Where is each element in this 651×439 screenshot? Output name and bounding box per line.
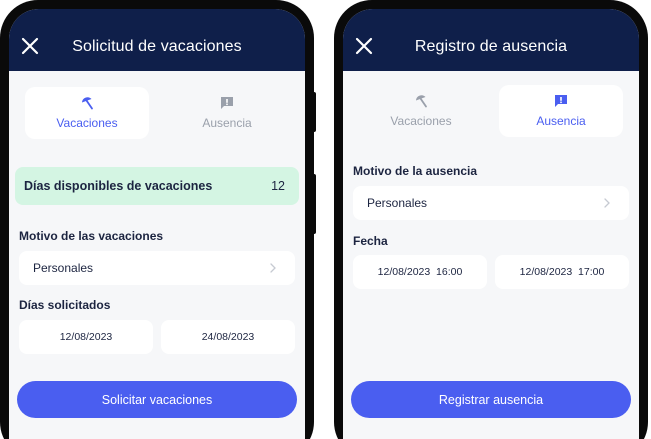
available-days-label: Días disponibles de vacaciones <box>24 179 213 193</box>
page-title: Registro de ausencia <box>414 38 568 55</box>
umbrella-icon <box>416 95 427 108</box>
available-days-banner: Días disponibles de vacaciones 12 <box>15 167 299 205</box>
tab-ausencia[interactable]: Ausencia <box>499 85 623 137</box>
tab-vacaciones[interactable]: Vacaciones <box>25 87 149 139</box>
page-title: Solicitud de vacaciones <box>72 38 242 55</box>
app-header: Solicitud de vacaciones <box>9 9 305 71</box>
reason-label: Motivo de las vacaciones <box>19 229 164 243</box>
reason-select[interactable]: Personales <box>19 251 295 285</box>
date-label: Fecha <box>353 234 388 248</box>
start-datetime-field[interactable]: 12/08/2023 16:00 <box>353 255 487 289</box>
side-button <box>310 174 316 234</box>
tab-bar: Vacaciones Ausencia <box>25 87 289 139</box>
phone-frame-absence: Registro de ausencia Vacaciones Ausencia… <box>334 0 648 439</box>
vacation-screen: Solicitud de vacaciones Vacaciones Ausen… <box>9 9 305 439</box>
reason-value: Personales <box>367 196 428 210</box>
end-date-field[interactable]: 24/08/2023 <box>161 320 295 354</box>
start-date-field[interactable]: 12/08/2023 <box>19 320 153 354</box>
reason-value: Personales <box>33 261 94 275</box>
alert-message-icon <box>221 97 233 109</box>
datetime-range: 12/08/2023 16:00 12/08/2023 17:00 <box>353 255 629 289</box>
close-icon[interactable] <box>21 37 39 55</box>
tab-bar: Vacaciones Ausencia <box>359 85 623 137</box>
tab-vacaciones[interactable]: Vacaciones <box>359 85 483 137</box>
reason-label: Motivo de la ausencia <box>353 164 478 178</box>
side-button <box>310 92 316 132</box>
days-requested-label: Días solicitados <box>19 298 111 312</box>
chevron-right-icon <box>270 263 276 273</box>
alert-message-icon <box>555 95 567 107</box>
app-header: Registro de ausencia <box>343 9 639 71</box>
close-icon[interactable] <box>355 37 373 55</box>
umbrella-icon <box>82 97 93 110</box>
end-datetime-field[interactable]: 12/08/2023 17:00 <box>495 255 629 289</box>
reason-select[interactable]: Personales <box>353 186 629 220</box>
tab-label: Vacaciones <box>56 116 118 130</box>
register-absence-button[interactable]: Registrar ausencia <box>351 381 631 418</box>
tab-label: Vacaciones <box>390 114 452 128</box>
tab-ausencia[interactable]: Ausencia <box>165 87 289 139</box>
absence-screen: Registro de ausencia Vacaciones Ausencia… <box>343 9 639 439</box>
chevron-right-icon <box>604 198 610 208</box>
available-days-count: 12 <box>271 179 285 193</box>
tab-label: Ausencia <box>202 116 252 130</box>
date-range: 12/08/2023 24/08/2023 <box>19 320 295 354</box>
tab-label: Ausencia <box>536 114 586 128</box>
phone-frame-vacation: Solicitud de vacaciones Vacaciones Ausen… <box>0 0 314 439</box>
request-vacation-button[interactable]: Solicitar vacaciones <box>17 381 297 418</box>
